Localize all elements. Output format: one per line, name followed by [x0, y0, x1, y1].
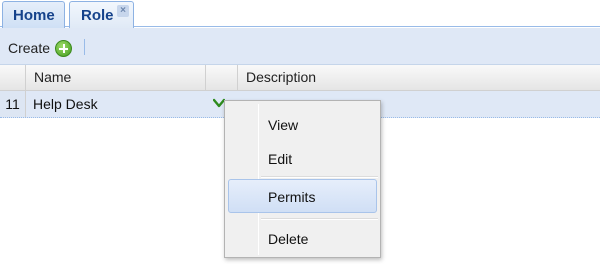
grid-header: Name Description — [0, 65, 600, 91]
tab-role-label: Role — [81, 7, 114, 24]
tab-role[interactable]: Role × — [69, 1, 134, 29]
close-icon[interactable]: × — [117, 5, 129, 17]
menu-item-edit[interactable]: Edit — [228, 143, 377, 175]
create-button-label: Create — [8, 40, 51, 56]
menu-item-edit-label: Edit — [268, 151, 293, 167]
menu-item-permits[interactable]: Permits — [228, 179, 377, 213]
tab-home[interactable]: Home — [2, 1, 65, 28]
plus-circle-icon — [55, 39, 73, 57]
menu-item-permits-label: Permits — [268, 189, 316, 205]
context-menu: View Edit Permits Delete — [224, 100, 381, 258]
menu-item-view-label: View — [268, 117, 299, 133]
column-header-number[interactable] — [0, 65, 26, 91]
menu-separator — [261, 176, 378, 178]
create-button[interactable]: Create — [8, 38, 73, 58]
menu-item-view[interactable]: View — [228, 109, 377, 141]
tab-home-label: Home — [13, 7, 55, 24]
toolbar: Create — [0, 28, 600, 65]
column-header-description[interactable]: Description — [238, 65, 600, 91]
column-header-actions[interactable] — [206, 65, 238, 91]
tab-strip: Home Role × — [0, 0, 600, 29]
toolbar-separator — [84, 39, 85, 55]
column-header-name[interactable]: Name — [26, 65, 206, 91]
menu-item-delete-label: Delete — [268, 231, 309, 247]
menu-separator — [261, 218, 378, 220]
menu-item-delete[interactable]: Delete — [228, 223, 377, 255]
row-number: 11 — [0, 91, 26, 117]
row-name: Help Desk — [33, 96, 98, 112]
